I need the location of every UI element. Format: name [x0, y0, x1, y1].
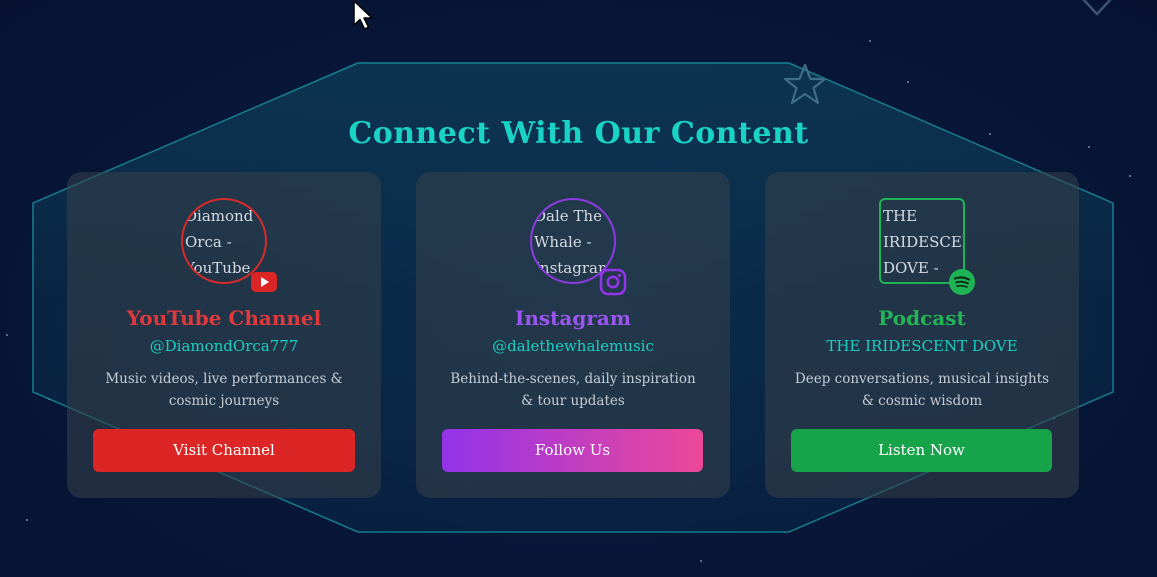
avatar-alt-text: Dale The [534, 207, 602, 225]
background-star [700, 560, 702, 562]
youtube-card: Diamond Orca - YouTube YouTube Channel @… [67, 172, 381, 498]
platform-name: YouTube Channel [126, 306, 322, 330]
instagram-card: Dale The Whale - Instagram Instagram @da… [416, 172, 730, 498]
spotify-icon [949, 269, 975, 295]
chevron-down-icon [1082, 0, 1112, 16]
follow-us-button[interactable]: Follow Us [442, 429, 703, 472]
card-description: Behind-the-scenes, daily inspiration & t… [450, 371, 696, 409]
youtube-icon [251, 272, 277, 292]
avatar-alt-text: Whale - [534, 233, 592, 251]
avatar-alt-text: Orca - [185, 233, 232, 251]
mouse-cursor-icon [353, 0, 373, 30]
avatar-alt-text: IRIDESCENT [883, 233, 963, 251]
background-star [1129, 175, 1131, 177]
page: Connect With Our Content Diamond Orca - … [0, 0, 1157, 577]
avatar-alt-text: Diamond [185, 207, 254, 225]
account-handle: @dalethewhalemusic [492, 337, 654, 355]
background-star [907, 81, 909, 83]
listen-now-button[interactable]: Listen Now [791, 429, 1052, 472]
avatar-alt-text: THE [883, 207, 918, 225]
star-icon [783, 63, 827, 105]
section-title: Connect With Our Content [348, 116, 809, 152]
platform-name: Podcast [878, 306, 966, 330]
podcast-title: THE IRIDESCENT DOVE [826, 337, 1018, 355]
channel-handle: @DiamondOrca777 [149, 337, 299, 355]
podcast-card: THE IRIDESCENT DOVE - Podcast THE IRIDES… [765, 172, 1079, 498]
visit-channel-button[interactable]: Visit Channel [93, 429, 355, 472]
background-star [6, 334, 8, 336]
background-star [26, 519, 28, 521]
background-star [869, 40, 871, 42]
platform-name: Instagram [515, 306, 631, 330]
card-description: Music videos, live performances & cosmic… [105, 371, 343, 409]
instagram-icon [599, 268, 627, 296]
card-description: Deep conversations, musical insights & c… [794, 371, 1050, 409]
